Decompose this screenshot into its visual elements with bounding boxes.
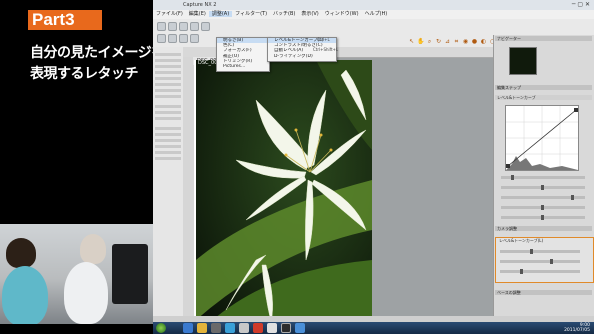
folder-item[interactable] (155, 157, 181, 160)
tone-curve (506, 106, 578, 170)
submenu-shortcut: Ctrl+Shift+L (313, 47, 339, 53)
taskbar-app-chrome[interactable] (225, 323, 235, 333)
pointer-icon[interactable]: ↖ (408, 38, 415, 45)
hand-icon[interactable]: ✋ (417, 38, 424, 45)
taskbar-app-media[interactable] (211, 323, 221, 333)
clock[interactable]: 9:00 2011/07/05 (564, 323, 590, 333)
panel-header-navigator[interactable]: ナビゲーター (495, 36, 592, 41)
folder-item[interactable] (155, 139, 181, 142)
clock-date: 2011/07/05 (564, 328, 590, 333)
taskbar-app-capture-nx[interactable] (281, 323, 291, 333)
monitor (112, 244, 148, 304)
slider[interactable] (501, 215, 585, 220)
folder-item[interactable] (155, 71, 181, 74)
taskbar-app-explorer[interactable] (197, 323, 207, 333)
menubar: ファイル(F) 編集(E) 調整(A) フィルター(T) バッチ(B) 表示(V) ウィンド… (153, 10, 594, 19)
tone-curve-graph[interactable] (505, 105, 579, 171)
toolbar-button[interactable] (190, 34, 199, 43)
toolbar-button[interactable] (157, 22, 166, 31)
folder-item[interactable] (155, 145, 181, 148)
slider[interactable] (501, 195, 585, 200)
app-titlebar (153, 0, 594, 10)
person-body-left (2, 266, 48, 324)
black-point-icon[interactable]: ◐ (480, 38, 487, 45)
straighten-icon[interactable]: ⊿ (444, 38, 451, 45)
photo-canvas[interactable] (194, 60, 372, 326)
toolbar-button[interactable] (179, 22, 188, 31)
menu-help[interactable]: ヘルプ(H) (362, 11, 391, 17)
taskbar-app[interactable] (295, 323, 305, 333)
taskbar-app[interactable] (267, 323, 277, 333)
highlighted-step-label[interactable]: レベル&トーンカーブ(L) (496, 238, 593, 244)
folder-item[interactable] (155, 95, 181, 98)
adjust-menu: 明るさ(B) 色(C) フォーカス(F) 補正(O) トリミング(R) Pict… (216, 37, 270, 72)
menu-window[interactable]: ウィンドウ(W) (322, 11, 362, 17)
toolbar-button[interactable] (157, 34, 166, 43)
folder-item[interactable] (155, 151, 181, 154)
red-eye-icon[interactable]: ◉ (462, 38, 469, 45)
toolbar-button[interactable] (168, 22, 177, 31)
folder-item[interactable] (155, 89, 181, 92)
slider[interactable] (500, 249, 580, 254)
zoom-icon[interactable]: ⌕ (426, 38, 433, 45)
folder-item[interactable] (155, 117, 181, 120)
folder-item[interactable] (155, 133, 181, 136)
folder-item[interactable] (155, 59, 181, 62)
person-body-right (64, 262, 108, 324)
toolbar-button[interactable] (190, 22, 199, 31)
submenu-item-d-lighting[interactable]: D-ライティング(D) (268, 54, 336, 59)
crop-icon[interactable]: ⌗ (453, 38, 460, 45)
part-label: Part3 (28, 10, 102, 30)
menu-filter[interactable]: フィルター(T) (232, 11, 270, 17)
flower-photo (196, 60, 372, 326)
slider[interactable] (501, 185, 585, 190)
menu-adjust[interactable]: 調整(A) (208, 11, 233, 17)
person-head-right (80, 234, 106, 264)
window-buttons[interactable]: ─ ▢ ✕ (572, 1, 590, 8)
menu-file[interactable]: ファイル(F) (153, 11, 186, 17)
toolbar-button[interactable] (179, 34, 188, 43)
camera-inset (0, 224, 153, 324)
folder-item[interactable] (155, 111, 181, 114)
step-section: レベル&トーンカーブ(L) (495, 237, 594, 283)
control-point-icon[interactable]: ● (471, 38, 478, 45)
folder-item[interactable] (155, 77, 181, 80)
folder-item[interactable] (155, 105, 181, 108)
navigator-thumbnail[interactable] (509, 47, 537, 75)
folder-item[interactable] (155, 65, 181, 68)
title-line-2: 表現するレタッチ (30, 66, 139, 82)
panel-header-levels[interactable]: レベル&トーンカーブ (495, 95, 592, 100)
folder-item[interactable] (155, 83, 181, 86)
screen: Capture NX 2 ─ ▢ ✕ ファイル(F) 編集(E) 調整(A) フィルタ… (153, 0, 594, 334)
rotate-icon[interactable]: ↻ (435, 38, 442, 45)
taskbar-app[interactable] (253, 323, 263, 333)
folder-item[interactable] (155, 127, 181, 130)
menu-edit[interactable]: 編集(E) (186, 11, 209, 17)
submenu-shortcut: Ctrl+L (317, 37, 330, 42)
slider[interactable] (500, 269, 580, 274)
toolbar-button[interactable] (168, 34, 177, 43)
slider[interactable] (501, 175, 585, 180)
panel-header-steps[interactable]: 編集ステップ (495, 85, 592, 90)
menu-item-pictures[interactable]: Pictures… (217, 64, 269, 69)
toolbar-button[interactable] (201, 22, 210, 31)
panel-header-base[interactable]: ベースの調整 (495, 290, 592, 295)
app-title: Capture NX 2 (183, 2, 217, 8)
folder-item[interactable] (155, 53, 181, 56)
panel-header-camera[interactable]: カメラ調整 (495, 226, 592, 231)
title-line-1: 自分の見たイメージを (30, 45, 165, 61)
taskbar-app[interactable] (239, 323, 249, 333)
slider[interactable] (501, 205, 585, 210)
person-head-left (6, 238, 36, 268)
menu-view[interactable]: 表示(V) (298, 11, 321, 17)
taskbar-app-ie[interactable] (183, 323, 193, 333)
taskbar: 9:00 2011/07/05 (153, 322, 594, 334)
menu-batch[interactable]: バッチ(B) (270, 11, 298, 17)
start-button[interactable] (156, 323, 166, 333)
browser-panel (153, 47, 184, 322)
slider[interactable] (500, 259, 580, 264)
